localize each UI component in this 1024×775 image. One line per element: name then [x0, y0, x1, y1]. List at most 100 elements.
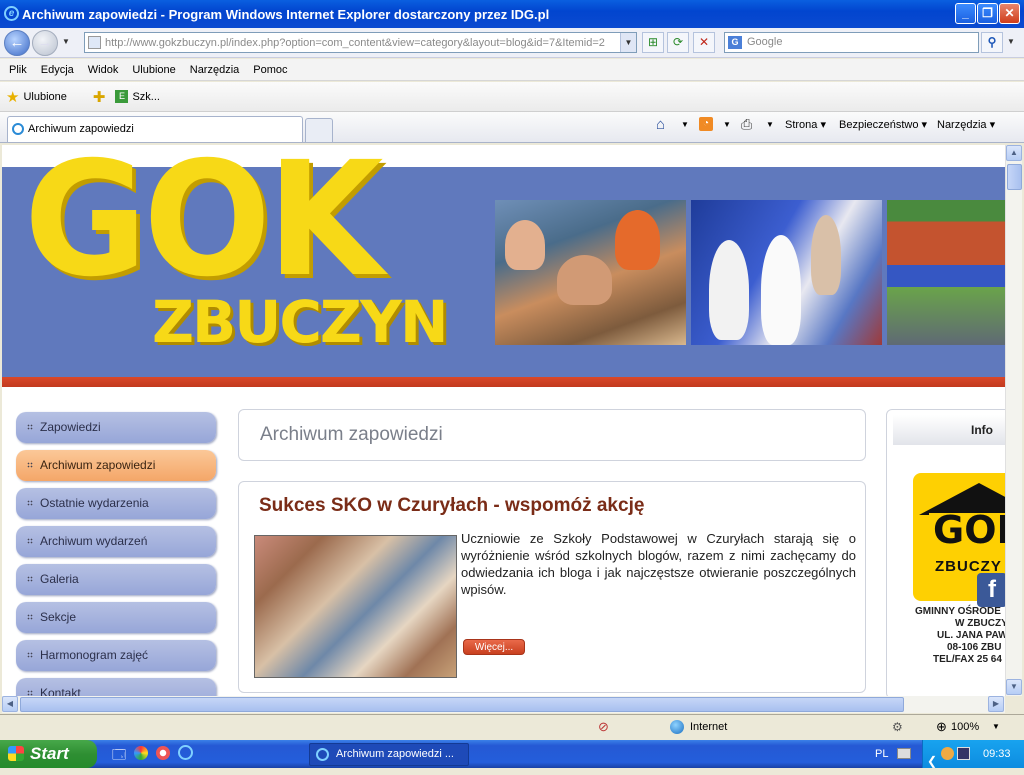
- site-logo-gok[interactable]: GOK: [24, 145, 384, 299]
- info-line-4: 08-106 ZBU: [947, 642, 1002, 653]
- info-logo-text: GOK: [933, 508, 1005, 552]
- info-line-5: TEL/FAX 25 64: [933, 654, 1002, 665]
- article-title[interactable]: Sukces SKO w Czuryłach - wspomóż akcję: [259, 495, 644, 517]
- google-icon: G: [728, 36, 742, 49]
- minimize-button[interactable]: _: [955, 3, 976, 24]
- info-box: Info GOK ZBUCZY f GMINNY OŚRODE W ZBUCZY…: [886, 409, 1005, 696]
- print-icon[interactable]: ⎙: [741, 116, 752, 133]
- new-tab-button[interactable]: [305, 118, 333, 142]
- zoom-level[interactable]: 100%: [951, 721, 979, 733]
- address-dropdown-icon[interactable]: ▼: [620, 33, 636, 52]
- site-logo-zbuczyn[interactable]: ZBUCZYN: [152, 293, 449, 351]
- horizontal-scrollbar[interactable]: ◀ ▶: [2, 696, 1005, 713]
- stop-icon[interactable]: ✕: [693, 32, 715, 53]
- vertical-scrollbar[interactable]: ▲ ▼: [1005, 145, 1022, 696]
- tab-archiwum[interactable]: Archiwum zapowiedzi: [7, 116, 303, 142]
- menu-item-label: Ostatnie wydarzenia: [40, 496, 149, 510]
- read-more-button[interactable]: Więcej...: [463, 639, 525, 655]
- tray-security-icon[interactable]: [941, 747, 954, 760]
- window-title: Archiwum zapowiedzi - Program Windows In…: [22, 6, 550, 22]
- menu-pomoc[interactable]: Pomoc: [253, 64, 287, 76]
- windows-flag-icon: [8, 746, 24, 761]
- quicklaunch-ie-icon[interactable]: [178, 745, 193, 760]
- clock[interactable]: 09:33: [983, 748, 1011, 760]
- menu-item-galeria[interactable]: Galeria: [16, 564, 216, 595]
- horizontal-scroll-thumb[interactable]: [20, 697, 904, 712]
- narzedzia-menu[interactable]: Narzędzia ▾: [937, 118, 995, 131]
- menu-ulubione[interactable]: Ulubione: [132, 64, 175, 76]
- tray-back-icon[interactable]: ❮: [927, 747, 937, 775]
- menu-plik[interactable]: Plik: [9, 64, 27, 76]
- zoom-dropdown-icon[interactable]: ▼: [992, 722, 1000, 731]
- title-bar: e Archiwum zapowiedzi - Program Windows …: [0, 0, 1024, 28]
- tray-monitor-icon[interactable]: [957, 747, 970, 760]
- taskbar-task-archiwum[interactable]: Archiwum zapowiedzi ...: [309, 743, 469, 766]
- back-button[interactable]: ←: [4, 30, 30, 56]
- strona-menu[interactable]: Strona ▾: [785, 118, 826, 131]
- protected-mode-icon[interactable]: ⚙: [892, 720, 903, 734]
- facebook-icon[interactable]: f: [977, 573, 1005, 607]
- menu-item-harmonogram[interactable]: Harmonogram zajęć: [16, 640, 216, 671]
- menu-item-label: Kontakt: [40, 686, 81, 696]
- header-photo-festival: [887, 200, 1005, 345]
- zoom-icon[interactable]: ⊕: [936, 719, 947, 735]
- page-viewport: GOK ZBUCZYN Zapowiedzi Archiwum zapowied…: [2, 145, 1005, 696]
- menu-item-kontakt[interactable]: Kontakt: [16, 678, 216, 696]
- home-icon[interactable]: ⌂: [656, 116, 665, 133]
- menu-item-ostatnie-wydarzenia[interactable]: Ostatnie wydarzenia: [16, 488, 216, 519]
- bezpieczenstwo-menu[interactable]: Bezpieczeństwo ▾: [839, 118, 927, 131]
- menu-edycja[interactable]: Edycja: [41, 64, 74, 76]
- menu-narzedzia[interactable]: Narzędzia: [190, 64, 240, 76]
- vertical-scroll-thumb[interactable]: [1007, 164, 1022, 190]
- menu-item-label: Galeria: [40, 572, 79, 586]
- menu-item-label: Zapowiedzi: [40, 420, 101, 434]
- favorite-link-szk[interactable]: Szk...: [132, 91, 160, 103]
- compatibility-icon[interactable]: ⊞: [642, 32, 664, 53]
- search-options-icon[interactable]: ▼: [1007, 37, 1015, 46]
- taskbar: Start 🗔 Archiwum zapowiedzi ... PL ❮ 09:…: [0, 740, 1024, 768]
- scroll-right-button[interactable]: ▶: [988, 696, 1004, 712]
- menu-item-archiwum-wydarzen[interactable]: Archiwum wydarzeń: [16, 526, 216, 557]
- forward-button[interactable]: →: [32, 30, 58, 56]
- scroll-left-button[interactable]: ◀: [2, 696, 18, 712]
- article-image[interactable]: [254, 535, 457, 678]
- info-line-3: UL. JANA PAW: [937, 630, 1005, 641]
- close-button[interactable]: ✕: [999, 3, 1020, 24]
- menu-item-label: Archiwum wydarzeń: [40, 534, 148, 548]
- scroll-up-button[interactable]: ▲: [1006, 145, 1022, 161]
- favorites-star-icon[interactable]: ★: [6, 88, 19, 106]
- strona-label: Strona: [785, 119, 818, 131]
- internet-zone-icon: [670, 720, 684, 734]
- refresh-icon[interactable]: ⟳: [667, 32, 689, 53]
- quicklaunch-chrome-icon[interactable]: [134, 746, 148, 760]
- menu-item-sekcje[interactable]: Sekcje: [16, 602, 216, 633]
- start-button[interactable]: Start: [0, 740, 97, 768]
- feeds-icon[interactable]: ◔: [699, 117, 713, 131]
- home-dropdown-icon[interactable]: ▼: [681, 120, 689, 129]
- tab-bar: Archiwum zapowiedzi ⌂ ▼ ◔ ▼ ⎙ ▼ Strona ▾…: [0, 112, 1024, 143]
- info-title: Info: [893, 415, 1005, 445]
- task-ie-icon: [316, 748, 329, 761]
- menu-item-label: Archiwum zapowiedzi: [40, 458, 156, 472]
- status-bar: ⊘ Internet ⚙ ⊕ 100% ▼: [0, 714, 1024, 740]
- maximize-button[interactable]: ❐: [977, 3, 998, 24]
- feeds-dropdown-icon[interactable]: ▼: [723, 120, 731, 129]
- keyboard-icon[interactable]: [897, 748, 911, 759]
- favorites-button[interactable]: Ulubione: [23, 91, 66, 103]
- menu-widok[interactable]: Widok: [88, 64, 119, 76]
- quicklaunch-opera-icon[interactable]: [156, 746, 170, 760]
- language-indicator[interactable]: PL: [875, 748, 888, 760]
- start-label: Start: [30, 744, 69, 763]
- popup-blocker-icon[interactable]: ⊘: [598, 719, 609, 735]
- add-favorite-icon[interactable]: ✚: [93, 88, 106, 106]
- print-dropdown-icon[interactable]: ▼: [766, 120, 774, 129]
- info-line-1: GMINNY OŚRODE: [915, 606, 1001, 617]
- quicklaunch-explorer-icon[interactable]: 🗔: [112, 746, 126, 768]
- address-bar[interactable]: http://www.gokzbuczyn.pl/index.php?optio…: [84, 32, 637, 53]
- search-magnifier-icon[interactable]: ⚲: [981, 32, 1003, 53]
- menu-item-archiwum-zapowiedzi[interactable]: Archiwum zapowiedzi: [16, 450, 216, 481]
- scroll-down-button[interactable]: ▼: [1006, 679, 1022, 695]
- history-dropdown-icon[interactable]: ▼: [62, 37, 70, 46]
- menu-item-zapowiedzi[interactable]: Zapowiedzi: [16, 412, 216, 443]
- search-input[interactable]: G Google: [724, 32, 979, 53]
